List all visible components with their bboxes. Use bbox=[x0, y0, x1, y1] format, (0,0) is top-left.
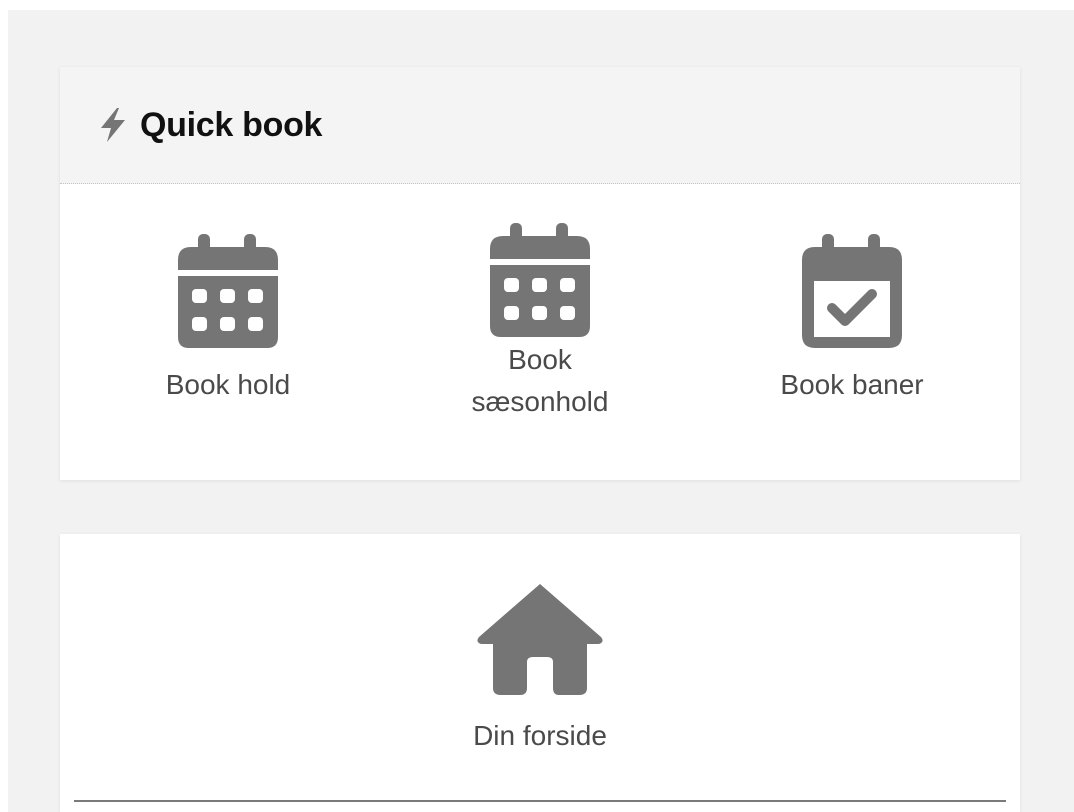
calendar-grid-icon bbox=[178, 234, 278, 348]
quick-book-actions: Book hold Book sæsonhold Book baner bbox=[60, 184, 1020, 480]
book-baner-label: Book baner bbox=[780, 369, 924, 400]
quick-book-header: Quick book bbox=[60, 67, 1020, 184]
book-hold-label: Book hold bbox=[165, 369, 291, 400]
book-baner-link[interactable]: Book baner bbox=[742, 234, 962, 406]
book-saesonhold-link[interactable]: Book sæsonhold bbox=[430, 223, 650, 423]
bolt-icon bbox=[101, 108, 125, 142]
din-forside-label: Din forside bbox=[473, 720, 607, 751]
calendar-check-icon bbox=[802, 234, 902, 348]
quick-book-title: Quick book bbox=[140, 105, 323, 144]
home-icon bbox=[477, 584, 603, 695]
book-saesonhold-label: Book sæsonhold bbox=[471, 344, 609, 417]
din-forside-link[interactable]: Din forside bbox=[430, 582, 650, 752]
home-card: Din forside bbox=[60, 534, 1020, 812]
calendar-grid-icon bbox=[490, 223, 590, 337]
divider bbox=[74, 800, 1006, 802]
quick-book-card: Quick book Book hold Book sæsonhold Book… bbox=[60, 67, 1020, 480]
book-hold-link[interactable]: Book hold bbox=[118, 234, 338, 406]
